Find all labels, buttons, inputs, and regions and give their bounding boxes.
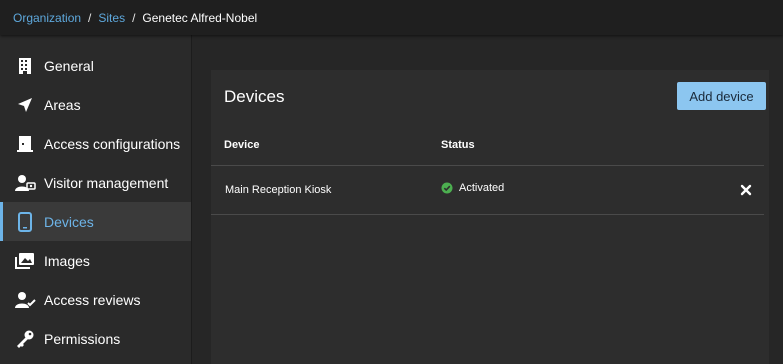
sidebar-item-access-reviews[interactable]: Access reviews bbox=[0, 280, 191, 319]
images-icon bbox=[14, 250, 36, 272]
table-row[interactable]: Main Reception Kiosk Activated bbox=[211, 166, 764, 215]
sidebar: General Areas Access configurations Visi… bbox=[0, 35, 192, 364]
add-device-button[interactable]: Add device bbox=[677, 82, 766, 110]
breadcrumb: Organization / Sites / Genetec Alfred-No… bbox=[0, 0, 783, 35]
sidebar-item-permissions[interactable]: Permissions bbox=[0, 319, 191, 358]
sidebar-item-areas[interactable]: Areas bbox=[0, 85, 191, 124]
device-name: Main Reception Kiosk bbox=[225, 184, 332, 196]
tablet-icon bbox=[14, 211, 36, 233]
breadcrumb-current: Genetec Alfred-Nobel bbox=[142, 10, 258, 25]
breadcrumb-link-sites[interactable]: Sites bbox=[98, 11, 125, 25]
sidebar-item-access-configurations[interactable]: Access configurations bbox=[0, 124, 191, 163]
sidebar-item-label: Areas bbox=[44, 96, 81, 113]
check-circle-icon bbox=[441, 182, 453, 194]
sidebar-item-label: General bbox=[44, 57, 94, 74]
user-check-icon bbox=[14, 289, 36, 311]
navigation-arrow-icon bbox=[14, 94, 36, 116]
table-header: Device Status bbox=[211, 125, 764, 166]
remove-device-button[interactable] bbox=[739, 183, 753, 197]
column-header-status[interactable]: Status bbox=[441, 139, 475, 151]
main-content: Devices Add device Device Status Main Re… bbox=[197, 35, 783, 364]
close-icon bbox=[740, 184, 752, 196]
status-badge: Activated bbox=[441, 182, 504, 194]
sidebar-item-label: Visitor management bbox=[44, 174, 169, 191]
sidebar-item-label: Access configurations bbox=[44, 135, 181, 152]
visitor-icon bbox=[14, 172, 36, 194]
breadcrumb-separator: / bbox=[132, 10, 136, 25]
page-title: Devices bbox=[224, 87, 285, 106]
breadcrumb-separator: / bbox=[88, 10, 92, 25]
building-icon bbox=[14, 55, 36, 77]
sidebar-item-visitor-management[interactable]: Visitor management bbox=[0, 163, 191, 202]
breadcrumb-link-organization[interactable]: Organization bbox=[13, 11, 81, 25]
door-icon bbox=[14, 133, 36, 155]
status-text: Activated bbox=[459, 182, 505, 194]
sidebar-item-devices[interactable]: Devices bbox=[0, 202, 191, 241]
sidebar-item-label: Devices bbox=[44, 213, 94, 230]
key-icon bbox=[14, 328, 36, 350]
sidebar-item-label: Access reviews bbox=[44, 291, 141, 308]
sidebar-item-label: Images bbox=[44, 252, 90, 269]
sidebar-item-images[interactable]: Images bbox=[0, 241, 191, 280]
column-header-device[interactable]: Device bbox=[224, 139, 259, 151]
sidebar-item-label: Permissions bbox=[44, 330, 121, 347]
sidebar-item-general[interactable]: General bbox=[0, 46, 191, 85]
